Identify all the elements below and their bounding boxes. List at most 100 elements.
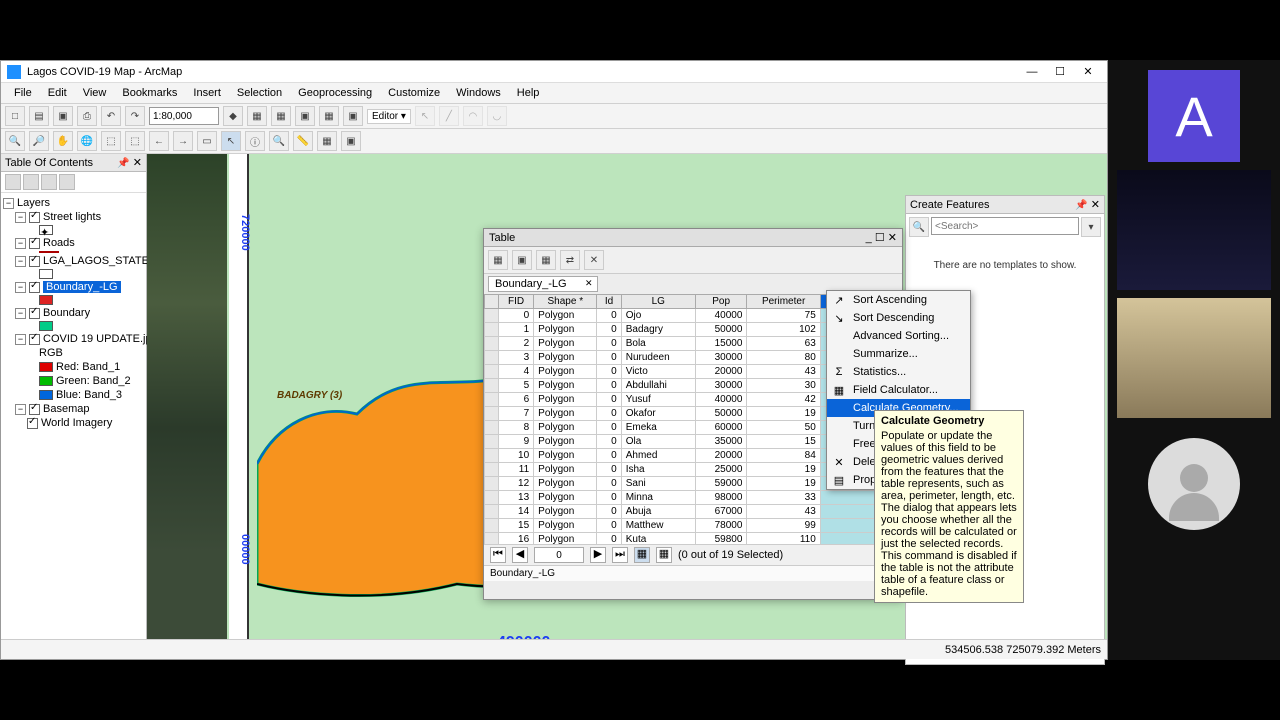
layer-checkbox[interactable] bbox=[29, 282, 40, 293]
row-header[interactable] bbox=[485, 323, 499, 337]
scale-input[interactable] bbox=[149, 107, 219, 125]
switch-selection-button[interactable]: ⇄ bbox=[560, 250, 580, 270]
layer-checkbox[interactable] bbox=[29, 212, 40, 223]
menu-item[interactable]: Summarize... bbox=[827, 345, 970, 363]
edit-tool[interactable]: ◡ bbox=[487, 106, 507, 126]
row-header[interactable] bbox=[485, 463, 499, 477]
layer-checkbox[interactable] bbox=[29, 308, 40, 319]
forward-button[interactable]: → bbox=[173, 131, 193, 151]
close-button[interactable]: ✕ bbox=[1075, 63, 1101, 81]
list-by-source-icon[interactable] bbox=[23, 174, 39, 190]
row-header[interactable] bbox=[485, 379, 499, 393]
tool-button[interactable]: ⬚ bbox=[101, 131, 121, 151]
layer-item[interactable]: Boundary bbox=[43, 307, 90, 319]
menu-item[interactable]: ↘Sort Descending bbox=[827, 309, 970, 327]
maximize-button[interactable]: ☐ bbox=[1047, 63, 1073, 81]
print-button[interactable]: ⎙ bbox=[77, 106, 97, 126]
tool-button[interactable]: ▦ bbox=[317, 131, 337, 151]
row-header[interactable] bbox=[485, 491, 499, 505]
menu-geoprocessing[interactable]: Geoprocessing bbox=[291, 85, 379, 101]
expand-icon[interactable]: − bbox=[15, 282, 26, 293]
related-tables-button[interactable]: ▣ bbox=[512, 250, 532, 270]
menu-item[interactable]: ▦Field Calculator... bbox=[827, 381, 970, 399]
menu-bookmarks[interactable]: Bookmarks bbox=[115, 85, 184, 101]
search-input[interactable] bbox=[931, 217, 1079, 235]
expand-icon[interactable]: − bbox=[15, 212, 26, 223]
expand-icon[interactable]: − bbox=[15, 238, 26, 249]
menu-file[interactable]: File bbox=[7, 85, 39, 101]
row-header[interactable] bbox=[485, 407, 499, 421]
edit-tool[interactable]: ↖ bbox=[415, 106, 435, 126]
bottom-tab[interactable]: Boundary_-LG bbox=[484, 565, 902, 581]
layer-item[interactable]: Street lights bbox=[43, 211, 101, 223]
tool-button[interactable]: ⬚ bbox=[125, 131, 145, 151]
close-tab-icon[interactable]: ✕ bbox=[585, 278, 593, 289]
close-icon[interactable]: ✕ bbox=[1091, 199, 1100, 211]
list-by-visibility-icon[interactable] bbox=[41, 174, 57, 190]
layer-checkbox[interactable] bbox=[27, 418, 38, 429]
layer-item[interactable]: Roads bbox=[43, 237, 75, 249]
filter-icon[interactable]: 🔍 bbox=[909, 217, 929, 237]
redo-button[interactable]: ↷ bbox=[125, 106, 145, 126]
zoom-in-button[interactable]: 🔍 bbox=[5, 131, 25, 151]
symbol-icon[interactable]: ✦ bbox=[39, 225, 53, 235]
minimize-button[interactable]: — bbox=[1019, 63, 1045, 81]
expand-icon[interactable]: − bbox=[3, 198, 14, 209]
expand-icon[interactable]: − bbox=[15, 308, 26, 319]
table-row[interactable]: 16Polygon0Kuta598001100 bbox=[485, 533, 902, 545]
menu-view[interactable]: View bbox=[76, 85, 114, 101]
table-tab[interactable]: Boundary_-LG✕ bbox=[488, 276, 598, 292]
tool-button[interactable]: ▦ bbox=[271, 106, 291, 126]
pan-button[interactable]: ✋ bbox=[53, 131, 73, 151]
find-button[interactable]: 🔍 bbox=[269, 131, 289, 151]
menu-edit[interactable]: Edit bbox=[41, 85, 74, 101]
tool-button[interactable]: ▦ bbox=[247, 106, 267, 126]
layers-root[interactable]: Layers bbox=[17, 197, 50, 209]
layer-checkbox[interactable] bbox=[29, 256, 40, 267]
column-header[interactable]: Id bbox=[597, 295, 621, 309]
edit-tool[interactable]: ╱ bbox=[439, 106, 459, 126]
row-header[interactable] bbox=[485, 533, 499, 545]
pointer-button[interactable]: ↖ bbox=[221, 131, 241, 151]
layer-item[interactable]: COVID 19 UPDATE.jpg bbox=[43, 333, 158, 345]
pin-icon[interactable]: 📌 bbox=[1075, 200, 1087, 211]
first-record-button[interactable]: ⏮ bbox=[490, 547, 506, 563]
dropdown-icon[interactable]: ▾ bbox=[1081, 217, 1101, 237]
menu-insert[interactable]: Insert bbox=[186, 85, 228, 101]
layer-item[interactable]: Basemap bbox=[43, 403, 89, 415]
undo-button[interactable]: ↶ bbox=[101, 106, 121, 126]
list-by-selection-icon[interactable] bbox=[59, 174, 75, 190]
column-header[interactable]: Perimeter bbox=[747, 295, 820, 309]
menu-item[interactable]: Advanced Sorting... bbox=[827, 327, 970, 345]
menu-item[interactable]: ↗Sort Ascending bbox=[827, 291, 970, 309]
symbol-icon[interactable] bbox=[39, 295, 53, 305]
menu-item[interactable]: ΣStatistics... bbox=[827, 363, 970, 381]
column-header[interactable]: Shape * bbox=[534, 295, 597, 309]
table-row[interactable]: 14Polygon0Abuja67000430 bbox=[485, 505, 902, 519]
tool-button[interactable]: ◆ bbox=[223, 106, 243, 126]
select-button[interactable]: ▭ bbox=[197, 131, 217, 151]
pin-icon[interactable]: 📌 bbox=[117, 158, 129, 169]
measure-button[interactable]: 📏 bbox=[293, 131, 313, 151]
save-button[interactable]: ▣ bbox=[53, 106, 73, 126]
tool-button[interactable]: ▣ bbox=[341, 131, 361, 151]
layer-checkbox[interactable] bbox=[29, 334, 40, 345]
symbol-icon[interactable] bbox=[39, 251, 59, 253]
row-header[interactable] bbox=[485, 435, 499, 449]
column-header[interactable]: LG bbox=[621, 295, 695, 309]
expand-icon[interactable]: − bbox=[15, 256, 26, 267]
menu-help[interactable]: Help bbox=[510, 85, 547, 101]
last-record-button[interactable]: ⏭ bbox=[612, 547, 628, 563]
table-options-button[interactable]: ▦ bbox=[488, 250, 508, 270]
prev-record-button[interactable]: ◀ bbox=[512, 547, 528, 563]
expand-icon[interactable]: − bbox=[15, 404, 26, 415]
row-header[interactable] bbox=[485, 365, 499, 379]
tool-button[interactable]: ▣ bbox=[343, 106, 363, 126]
symbol-icon[interactable] bbox=[39, 321, 53, 331]
full-extent-button[interactable]: 🌐 bbox=[77, 131, 97, 151]
symbol-icon[interactable] bbox=[39, 269, 53, 279]
record-input[interactable] bbox=[534, 547, 584, 563]
expand-icon[interactable]: − bbox=[15, 334, 26, 345]
row-header[interactable] bbox=[485, 393, 499, 407]
row-header[interactable] bbox=[485, 309, 499, 323]
